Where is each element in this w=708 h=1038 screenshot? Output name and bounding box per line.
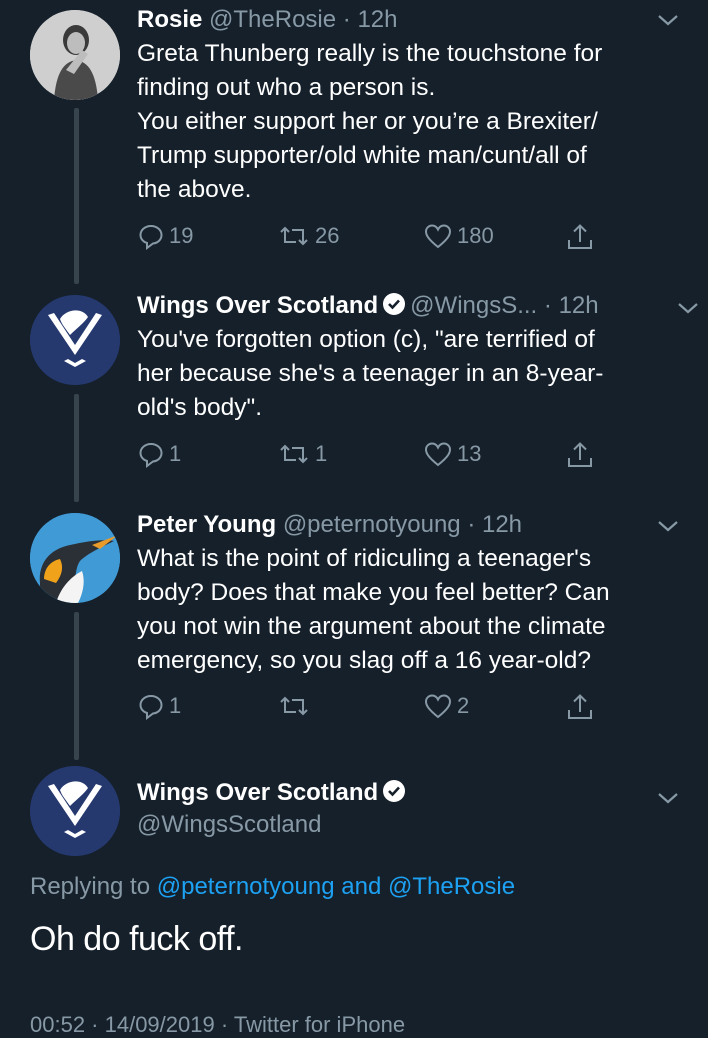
thread-line-3 — [74, 612, 79, 760]
mention-link[interactable]: @peternotyoung — [157, 873, 335, 900]
share-button[interactable] — [565, 440, 595, 470]
retweet-icon — [280, 696, 308, 716]
like-count: 13 — [457, 441, 482, 466]
tweet-text-line: her because she's a teenager in an 8-yea… — [137, 360, 604, 387]
tweet-text: You've forgotten option (c), "are terrif… — [137, 323, 688, 425]
reply-count: 1 — [169, 693, 182, 718]
tweet-text-line: You either support her or you’re a Brexi… — [137, 108, 598, 135]
retweet-icon — [280, 226, 308, 246]
like-count: 180 — [457, 223, 494, 248]
tweet-text: Oh do fuck off. — [30, 920, 244, 958]
tweet-text-line: emergency, so you slag off a 16 year-old… — [137, 647, 591, 674]
chevron-down-icon[interactable] — [656, 518, 680, 534]
reply-icon — [139, 442, 163, 468]
username[interactable]: @WingsScotland — [137, 810, 688, 840]
reply-button[interactable]: 19 — [137, 222, 193, 250]
timestamp[interactable]: · 12h — [544, 292, 599, 319]
display-name[interactable]: Peter Young — [137, 511, 276, 538]
username[interactable]: @peternotyoung — [283, 511, 461, 538]
avatar[interactable] — [30, 513, 120, 603]
heart-icon — [424, 442, 452, 467]
avatar[interactable] — [30, 10, 120, 100]
retweet-button[interactable]: 1 — [277, 440, 327, 468]
reply-button[interactable]: 1 — [137, 692, 181, 720]
tweet-text-line: You've forgotten option (c), "are terrif… — [137, 326, 595, 353]
verified-badge-icon — [383, 293, 406, 315]
replying-label: Replying to — [30, 873, 151, 900]
tweet-text-line: old's body". — [137, 394, 263, 421]
reply-button[interactable]: 1 — [137, 440, 181, 468]
like-button[interactable]: 2 — [423, 692, 469, 720]
mention-link[interactable]: @TheRosie — [388, 873, 515, 900]
verified-badge-icon — [383, 780, 406, 802]
tweet-header: Wings Over Scotland @WingsS... · 12h — [137, 291, 688, 321]
tweet-text-line: body? Does that make you feel better? Ca… — [137, 579, 610, 606]
tweet-text: What is the point of ridiculing a teenag… — [137, 542, 688, 678]
reply-count: 19 — [169, 223, 194, 248]
replying-and[interactable]: and — [341, 873, 381, 900]
heart-icon — [424, 224, 452, 249]
like-count: 2 — [457, 693, 470, 718]
reply-icon — [139, 224, 163, 250]
tweet-header: Peter Young @peternotyoung · 12h — [137, 510, 688, 540]
tweet-header: Wings Over Scotland — [137, 778, 688, 808]
display-name[interactable]: Wings Over Scotland — [137, 779, 378, 806]
tweet-text: Greta Thunberg really is the touchstone … — [137, 37, 688, 207]
like-button[interactable]: 13 — [423, 440, 481, 468]
retweet-button[interactable]: 26 — [277, 222, 339, 250]
username[interactable]: @WingsS... — [410, 292, 537, 319]
tweet-text-line: Greta Thunberg really is the touchstone … — [137, 40, 603, 67]
timestamp[interactable]: · 12h — [343, 6, 398, 33]
tweet-text-line: you not win the argument about the clima… — [137, 613, 606, 640]
retweet-count: 26 — [315, 223, 340, 248]
like-button[interactable]: 180 — [423, 222, 494, 250]
heart-icon — [424, 694, 452, 719]
timestamp[interactable]: · 12h — [467, 511, 522, 538]
retweet-button[interactable] — [277, 692, 315, 720]
retweet-count: 1 — [315, 441, 328, 466]
display-name[interactable]: Rosie — [137, 6, 202, 33]
username[interactable]: @TheRosie — [209, 6, 336, 33]
tweet-footer: 00:52 · 14/09/2019 · Twitter for iPhone — [30, 1012, 406, 1037]
chevron-down-icon[interactable] — [676, 300, 700, 316]
avatar[interactable] — [30, 766, 120, 856]
chevron-down-icon[interactable] — [656, 12, 680, 28]
share-button[interactable] — [565, 222, 595, 252]
replying-to: Replying to @peternotyoung and @TheRosie — [30, 873, 515, 901]
avatar[interactable] — [30, 295, 120, 385]
tweet-text-line: the above. — [137, 176, 252, 203]
tweet-text-line: Trump supporter/old white man/cunt/all o… — [137, 142, 587, 169]
tweet-text-line: What is the point of ridiculing a teenag… — [137, 545, 592, 572]
reply-icon — [139, 694, 163, 720]
tweet-text-line: finding out who a person is. — [137, 74, 436, 101]
retweet-icon — [280, 444, 308, 464]
display-name[interactable]: Wings Over Scotland — [137, 292, 378, 319]
share-icon — [568, 694, 592, 719]
thread-line-1 — [74, 108, 79, 284]
tweet-header: Rosie @TheRosie · 12h — [137, 5, 688, 35]
reply-count: 1 — [169, 441, 182, 466]
thread-line-2 — [74, 394, 79, 502]
share-icon — [568, 224, 592, 249]
chevron-down-icon[interactable] — [656, 790, 680, 806]
share-button[interactable] — [565, 692, 595, 722]
share-icon — [568, 442, 592, 467]
